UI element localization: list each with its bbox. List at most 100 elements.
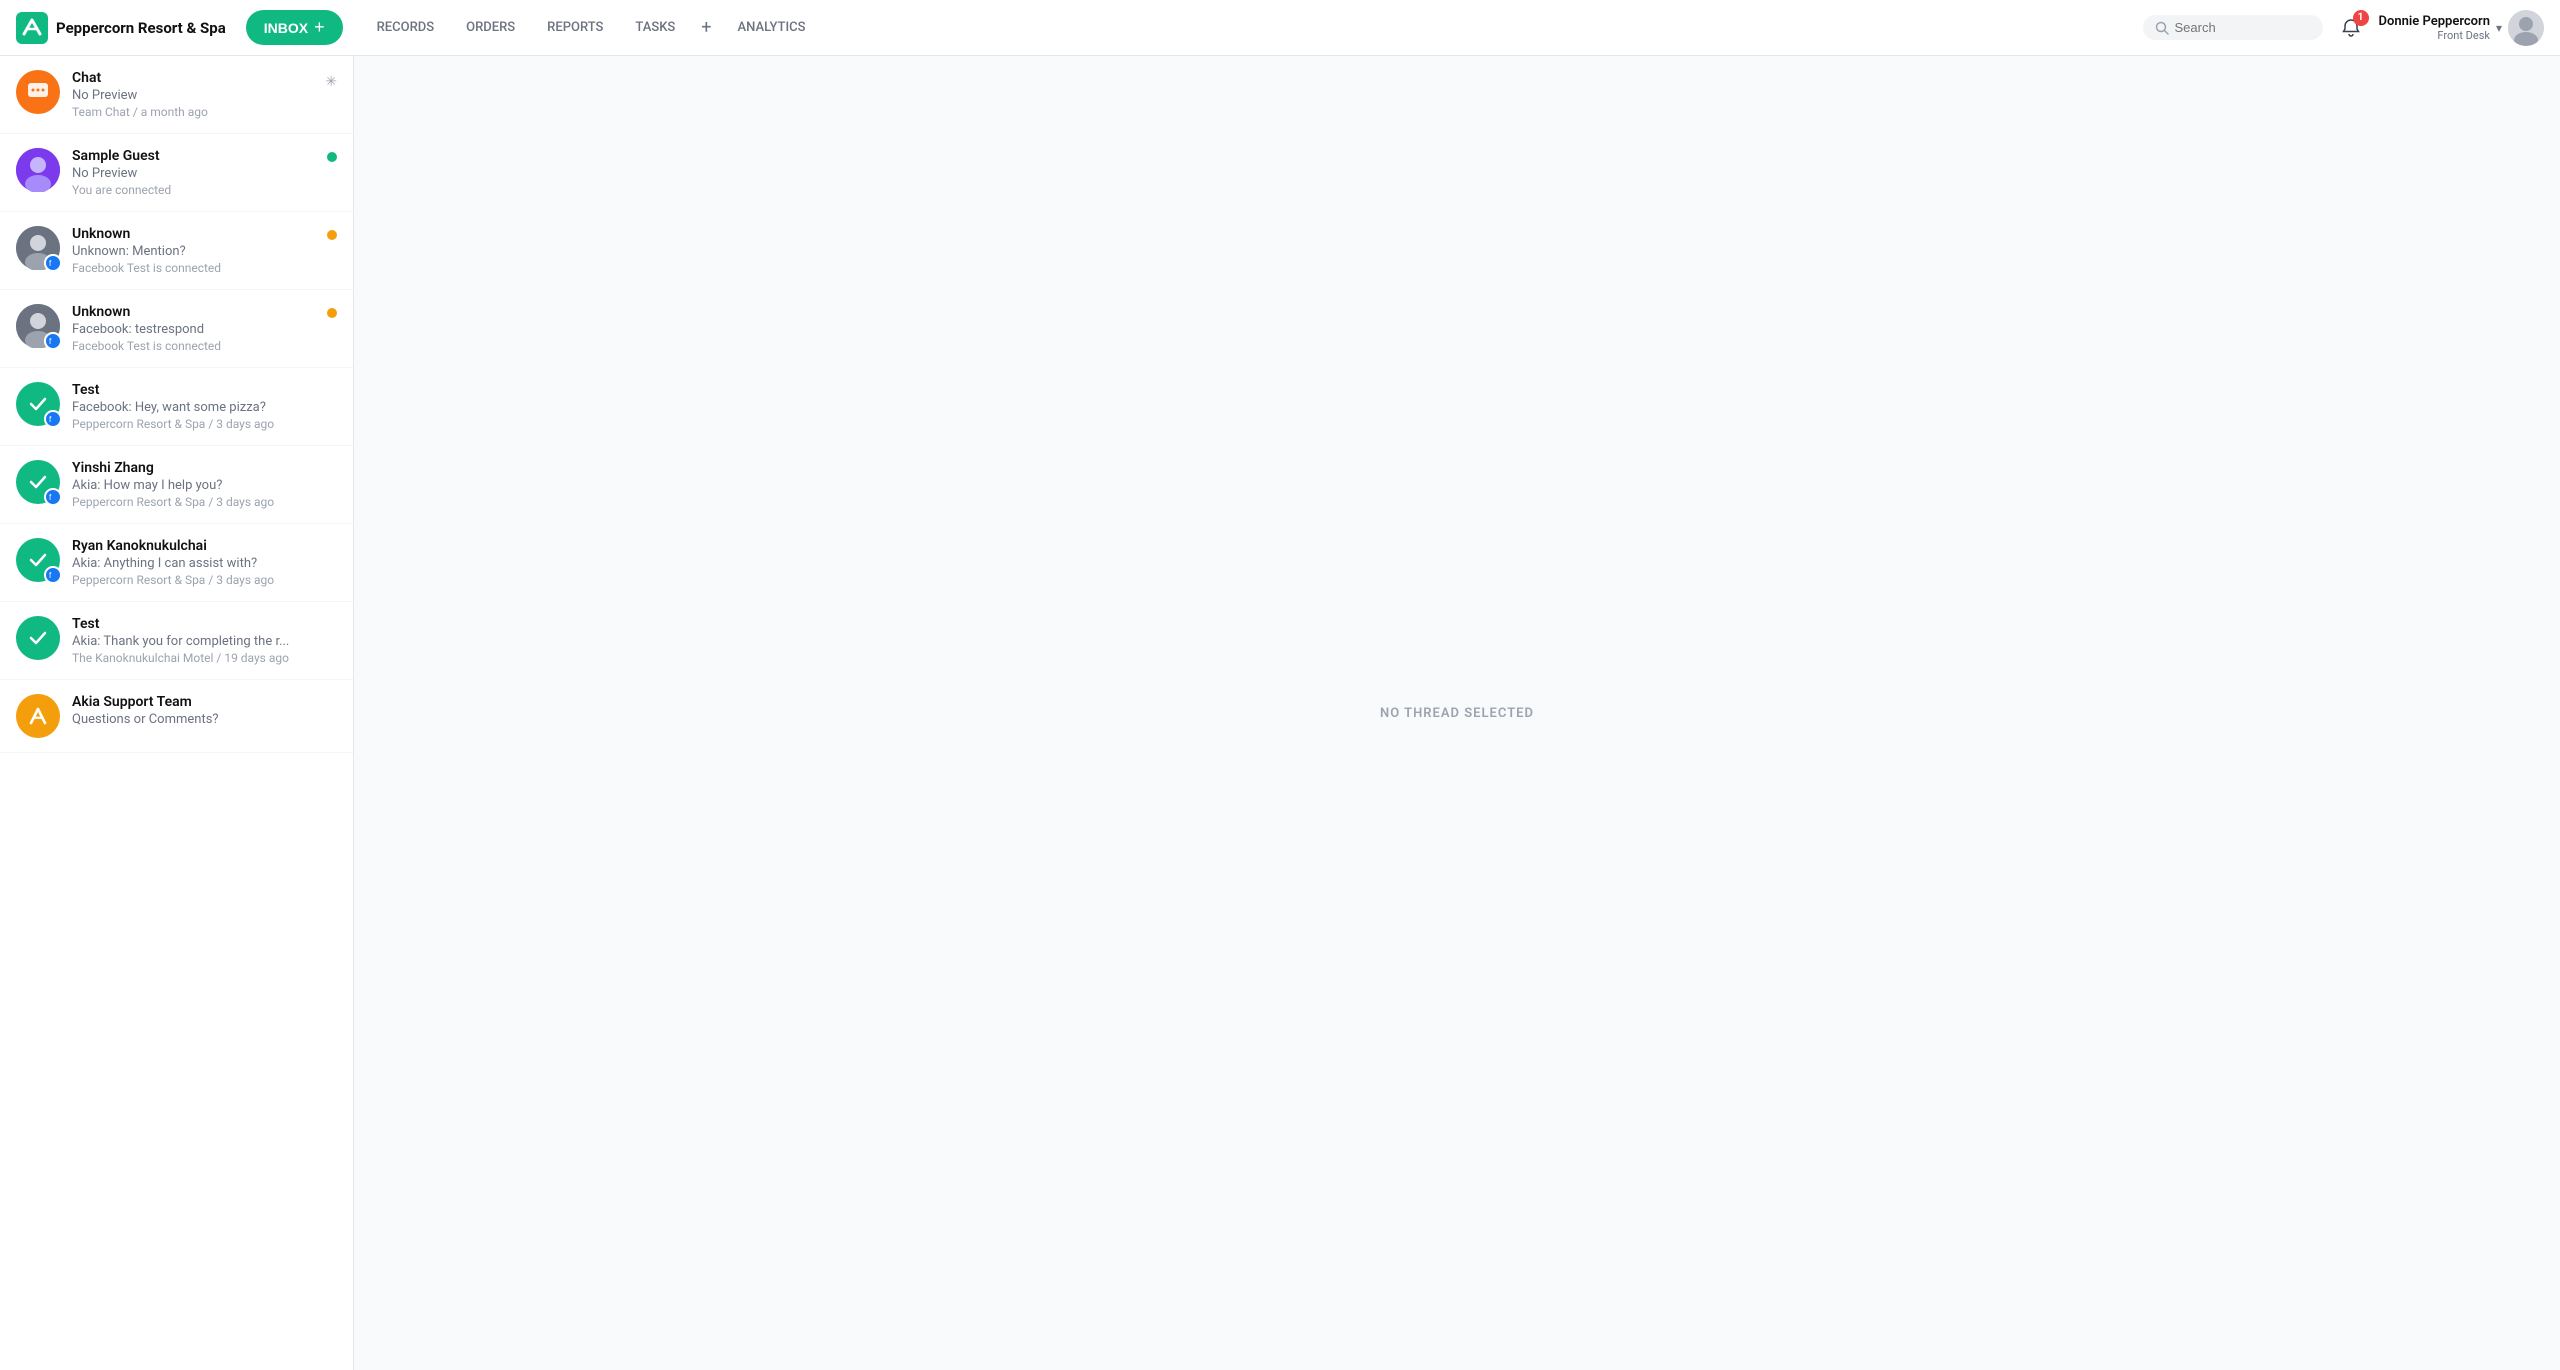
conversation-meta: Facebook Test is connected xyxy=(72,261,315,275)
conversation-name: Ryan Kanoknukulchai xyxy=(72,538,337,554)
svg-text:f: f xyxy=(49,571,52,580)
nav-analytics[interactable]: ANALYTICS xyxy=(724,14,820,41)
conversation-name: Test xyxy=(72,616,337,632)
nav-links: RECORDS ORDERS REPORTS TASKS + ANALYTICS xyxy=(363,13,2135,42)
chevron-down-icon: ▾ xyxy=(2496,21,2502,35)
conversation-content: Ryan Kanoknukulchai Akia: Anything I can… xyxy=(72,538,337,587)
avatar-wrap xyxy=(16,70,60,114)
list-item[interactable]: f Yinshi Zhang Akia: How may I help you?… xyxy=(0,446,353,524)
avatar xyxy=(16,694,60,738)
svg-text:f: f xyxy=(49,415,52,424)
avatar xyxy=(16,148,60,192)
status-badge xyxy=(327,226,337,240)
sidebar: Chat No Preview Team Chat / a month ago … xyxy=(0,56,354,1370)
list-item[interactable]: Test Akia: Thank you for completing the … xyxy=(0,602,353,680)
user-name: Donnie Peppercorn xyxy=(2379,14,2490,29)
conversation-name: Chat xyxy=(72,70,313,86)
user-avatar-image xyxy=(2508,10,2544,46)
svg-text:f: f xyxy=(49,493,52,502)
search-box[interactable] xyxy=(2143,15,2323,40)
nav-tasks[interactable]: TASKS xyxy=(621,14,689,41)
avatar xyxy=(2508,10,2544,46)
nav-right: 1 Donnie Peppercorn Front Desk ▾ xyxy=(2143,10,2545,46)
conversation-meta: The Kanoknukulchai Motel / 19 days ago xyxy=(72,651,337,665)
user-info: Donnie Peppercorn Front Desk xyxy=(2379,14,2490,42)
app-name: Peppercorn Resort & Spa xyxy=(56,19,226,37)
conversation-name: Yinshi Zhang xyxy=(72,460,337,476)
list-item[interactable]: Chat No Preview Team Chat / a month ago … xyxy=(0,56,353,134)
conversation-preview: Facebook: Hey, want some pizza? xyxy=(72,400,337,415)
conversation-content: Unknown Facebook: testrespond Facebook T… xyxy=(72,304,315,353)
conversation-meta: Peppercorn Resort & Spa / 3 days ago xyxy=(72,495,337,509)
avatar-wrap xyxy=(16,148,60,192)
avatar xyxy=(16,616,60,660)
conversation-name: Unknown xyxy=(72,304,315,320)
tasks-plus-icon[interactable]: + xyxy=(693,13,719,42)
avatar xyxy=(16,70,60,114)
search-icon xyxy=(2155,21,2169,35)
conversation-content: Chat No Preview Team Chat / a month ago xyxy=(72,70,313,119)
no-thread-label: NO THREAD SELECTED xyxy=(1380,706,1534,721)
conversation-content: Unknown Unknown: Mention? Facebook Test … xyxy=(72,226,315,275)
avatar-wrap xyxy=(16,694,60,738)
facebook-source-icon: f xyxy=(44,332,62,350)
inbox-button[interactable]: INBOX + xyxy=(246,10,343,45)
nav-reports[interactable]: REPORTS xyxy=(533,14,617,41)
top-navigation: Peppercorn Resort & Spa INBOX + RECORDS … xyxy=(0,0,2560,56)
avatar-wrap: ! f xyxy=(16,304,60,348)
pending-dot xyxy=(327,308,337,318)
inbox-label: INBOX xyxy=(264,20,308,36)
conversation-preview: Akia: How may I help you? xyxy=(72,478,337,493)
conversation-preview: No Preview xyxy=(72,166,315,181)
nav-records[interactable]: RECORDS xyxy=(363,14,449,41)
list-item[interactable]: ! f Unknown Facebook: testrespond Facebo… xyxy=(0,290,353,368)
facebook-source-icon: f xyxy=(44,254,62,272)
pin-status: ✳ xyxy=(325,70,337,90)
chat-icon xyxy=(26,80,50,104)
conversation-meta: Peppercorn Resort & Spa / 3 days ago xyxy=(72,417,337,431)
user-area[interactable]: Donnie Peppercorn Front Desk ▾ xyxy=(2379,10,2545,46)
user-role: Front Desk xyxy=(2379,29,2490,42)
conversation-meta: Facebook Test is connected xyxy=(72,339,315,353)
avatar-wrap: ! f xyxy=(16,226,60,270)
conversation-content: Yinshi Zhang Akia: How may I help you? P… xyxy=(72,460,337,509)
conversation-content: Sample Guest No Preview You are connecte… xyxy=(72,148,315,197)
search-input[interactable] xyxy=(2175,20,2311,35)
online-dot xyxy=(327,152,337,162)
conversation-name: Unknown xyxy=(72,226,315,242)
facebook-source-icon: f xyxy=(44,410,62,428)
conversation-preview: Questions or Comments? xyxy=(72,712,337,727)
status-badge xyxy=(327,304,337,318)
conversation-name: Test xyxy=(72,382,337,398)
avatar: f xyxy=(16,382,60,426)
conversation-name: Sample Guest xyxy=(72,148,315,164)
akia-logo-icon xyxy=(24,702,52,730)
notification-button[interactable]: 1 xyxy=(2335,12,2367,44)
conversation-preview: Facebook: testrespond xyxy=(72,322,315,337)
conversation-preview: No Preview xyxy=(72,88,313,103)
conversation-content: Test Akia: Thank you for completing the … xyxy=(72,616,337,665)
conversation-preview: Akia: Anything I can assist with? xyxy=(72,556,337,571)
status-badge xyxy=(327,148,337,162)
list-item[interactable]: ! f Unknown Unknown: Mention? Facebook T… xyxy=(0,212,353,290)
app-logo-icon xyxy=(16,12,48,44)
svg-text:f: f xyxy=(49,337,52,346)
conversation-preview: Unknown: Mention? xyxy=(72,244,315,259)
list-item[interactable]: f Test Facebook: Hey, want some pizza? P… xyxy=(0,368,353,446)
list-item[interactable]: Sample Guest No Preview You are connecte… xyxy=(0,134,353,212)
facebook-source-icon: f xyxy=(44,488,62,506)
conversation-meta: Team Chat / a month ago xyxy=(72,105,313,119)
conversation-name: Akia Support Team xyxy=(72,694,337,710)
pending-dot xyxy=(327,230,337,240)
inbox-plus-icon: + xyxy=(314,17,325,38)
main-layout: Chat No Preview Team Chat / a month ago … xyxy=(0,56,2560,1370)
nav-orders[interactable]: ORDERS xyxy=(452,14,529,41)
list-item[interactable]: Akia Support Team Questions or Comments? xyxy=(0,680,353,753)
list-item[interactable]: f Ryan Kanoknukulchai Akia: Anything I c… xyxy=(0,524,353,602)
avatar: f xyxy=(16,538,60,582)
notification-badge: 1 xyxy=(2353,10,2369,26)
conversation-content: Test Facebook: Hey, want some pizza? Pep… xyxy=(72,382,337,431)
logo-area: Peppercorn Resort & Spa xyxy=(16,12,226,44)
pin-icon: ✳ xyxy=(325,74,337,90)
conversation-meta: Peppercorn Resort & Spa / 3 days ago xyxy=(72,573,337,587)
